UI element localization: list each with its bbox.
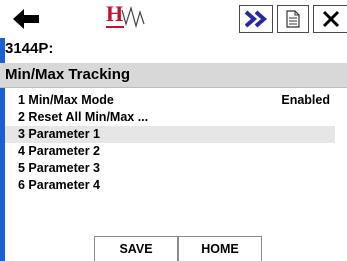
menu-item-parameter-4[interactable]: 6 Parameter 4 <box>5 177 335 194</box>
double-chevron-right-icon <box>243 10 269 28</box>
back-button[interactable] <box>8 4 44 34</box>
save-button[interactable]: SAVE <box>94 236 178 261</box>
hart-logo: H <box>104 2 148 34</box>
menu-item-label: 2 Reset All Min/Max ... <box>18 110 149 124</box>
menu-item-reset-all-min-max[interactable]: 2 Reset All Min/Max ... <box>5 109 335 126</box>
menu-item-label: 5 Parameter 3 <box>18 161 101 175</box>
menu-item-label: 1 Min/Max Mode <box>18 93 114 107</box>
back-arrow-icon <box>11 7 41 31</box>
menu-item-min-max-mode[interactable]: 1 Min/Max Mode Enabled <box>5 92 335 109</box>
menu-item-value: Enabled <box>281 93 330 107</box>
menu-item-parameter-2[interactable]: 4 Parameter 2 <box>5 143 335 160</box>
top-toolbar: H <box>0 0 347 38</box>
softkey-bar: SAVE HOME <box>5 233 347 261</box>
hart-logo-icon: H <box>104 2 148 34</box>
forward-button[interactable] <box>239 5 273 33</box>
close-icon <box>321 9 341 29</box>
device-tag: 3144P: <box>5 40 54 57</box>
menu-item-label: 3 Parameter 1 <box>18 127 101 141</box>
document-button[interactable] <box>277 5 309 33</box>
menu-item-parameter-3[interactable]: 5 Parameter 3 <box>5 160 335 177</box>
menu-item-parameter-1[interactable]: 3 Parameter 1 <box>5 126 335 143</box>
hart-communicator-screen: H 3144P: Min/Max Tracking 1 Min/Max Mode… <box>0 0 347 261</box>
document-icon <box>285 10 301 28</box>
menu-list: 1 Min/Max Mode Enabled 2 Reset All Min/M… <box>5 92 335 194</box>
page-title: Min/Max Tracking <box>5 66 131 83</box>
menu-item-label: 6 Parameter 4 <box>18 178 101 192</box>
menu-item-label: 4 Parameter 2 <box>18 144 101 158</box>
home-button[interactable]: HOME <box>178 236 262 261</box>
close-button[interactable] <box>313 5 347 33</box>
screen-title-bar: Min/Max Tracking <box>0 63 347 88</box>
